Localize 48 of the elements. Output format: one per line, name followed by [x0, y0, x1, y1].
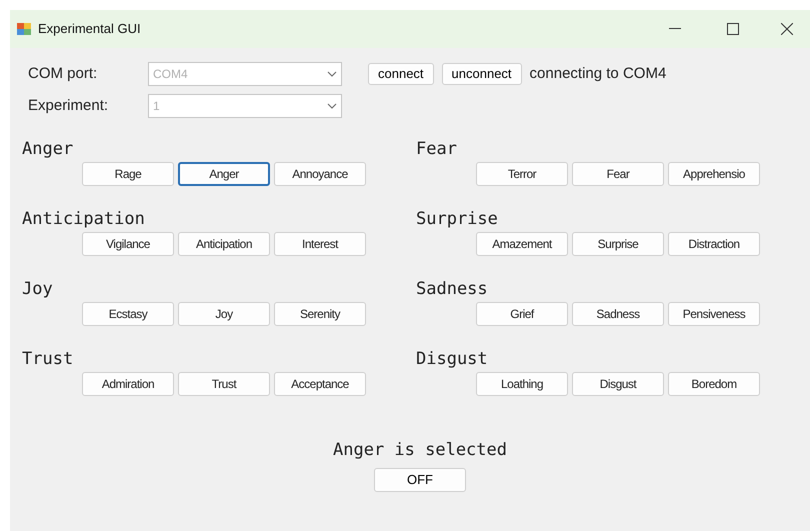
emotion-button[interactable]: Interest — [274, 232, 366, 256]
group-title: Trust — [22, 348, 74, 370]
emotion-button[interactable]: Rage — [82, 162, 174, 186]
dropdown-value: COM4 — [153, 66, 188, 83]
emotion-button[interactable]: Pensiveness — [668, 302, 760, 326]
emotion-button[interactable]: Annoyance — [274, 162, 366, 186]
emotion-button[interactable]: Grief — [476, 302, 568, 326]
maximize-icon — [727, 23, 739, 35]
emotion-button[interactable]: Terror — [476, 162, 568, 186]
field-label: Experiment: — [28, 96, 110, 116]
emotion-button[interactable]: Loathing — [476, 372, 568, 396]
group-title: Sadness — [416, 278, 489, 300]
emotion-button[interactable]: Sadness — [572, 302, 664, 326]
group-title: Anger — [22, 138, 74, 160]
emotion-button[interactable]: Ecstasy — [82, 302, 174, 326]
emotion-button[interactable]: Disgust — [572, 372, 664, 396]
off-button[interactable]: OFF — [374, 468, 466, 492]
dropdown-value: 1 — [153, 98, 160, 115]
group-title: Disgust — [416, 348, 489, 370]
connect-button[interactable]: connect — [368, 63, 434, 85]
emotion-button[interactable]: Vigilance — [82, 232, 174, 256]
group-title: Joy — [22, 278, 54, 300]
unconnect-button[interactable]: unconnect — [442, 63, 522, 85]
emotion-button[interactable]: Serenity — [274, 302, 366, 326]
window-title: Experimental GUI — [38, 20, 141, 38]
chevron-down-icon — [327, 103, 337, 109]
emotion-button[interactable]: Joy — [178, 302, 270, 326]
emotion-button[interactable]: Fear — [572, 162, 664, 186]
group-title: Surprise — [416, 208, 499, 230]
connection-status: connecting to COM4 — [530, 64, 666, 84]
emotion-button[interactable]: Trust — [178, 372, 270, 396]
emotion-button[interactable]: Anger — [178, 162, 270, 186]
selection-status: Anger is selected — [333, 439, 507, 462]
close-icon — [781, 23, 793, 35]
app-icon — [16, 21, 32, 37]
emotion-button[interactable]: Acceptance — [274, 372, 366, 396]
emotion-button[interactable]: Boredom — [668, 372, 760, 396]
emotion-button[interactable]: Anticipation — [178, 232, 270, 256]
chevron-down-icon — [327, 71, 337, 77]
emotion-button[interactable]: Amazement — [476, 232, 568, 256]
emotion-button[interactable]: Distraction — [668, 232, 760, 256]
group-title: Anticipation — [22, 208, 146, 230]
group-title: Fear — [416, 138, 458, 160]
field-label: COM port: — [28, 64, 98, 84]
emotion-button[interactable]: Apprehensio — [668, 162, 760, 186]
minimize-icon — [669, 28, 681, 30]
emotion-button[interactable]: Surprise — [572, 232, 664, 256]
emotion-button[interactable]: Admiration — [82, 372, 174, 396]
